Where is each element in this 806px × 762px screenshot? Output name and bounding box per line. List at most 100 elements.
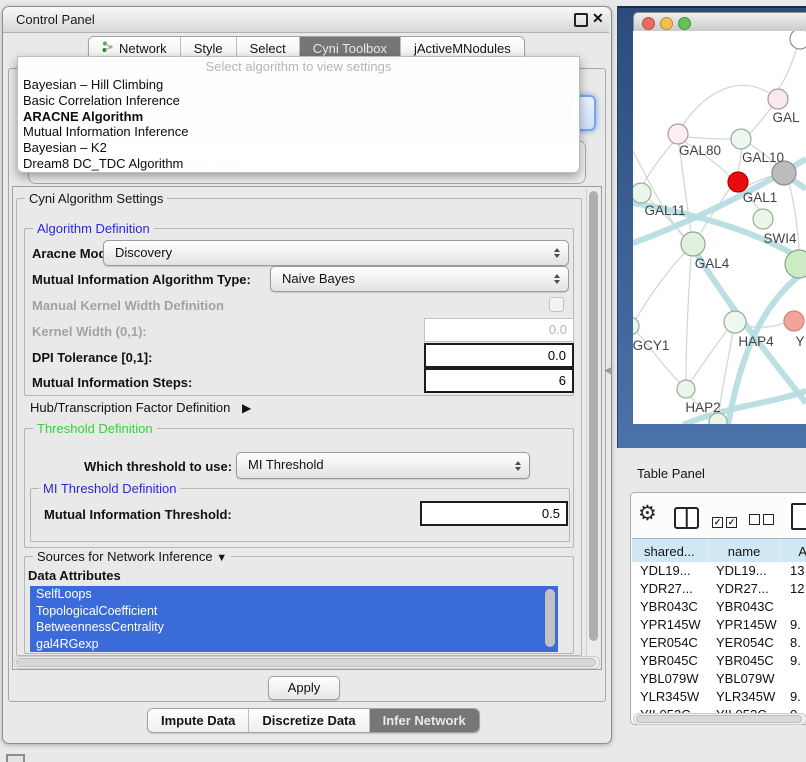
algorithm-option[interactable]: Basic Correlation Inference — [18, 93, 579, 109]
splitter-arrow-icon[interactable]: ◀ — [604, 365, 611, 376]
network-node-gal11[interactable] — [633, 183, 651, 203]
which-threshold-select[interactable]: MI Threshold — [236, 452, 530, 479]
network-node[interactable] — [790, 31, 806, 49]
node-label: GAL4 — [695, 256, 730, 271]
combo-arrows-icon — [554, 248, 560, 258]
table-cell: YIL052C — [632, 706, 708, 713]
node-label: HAP2 — [685, 400, 720, 415]
table-row[interactable]: YBR043CYBR043C — [632, 598, 806, 616]
algorithm-dropdown-list: Select algorithm to view settingsBayesia… — [17, 56, 580, 173]
column-header[interactable]: A — [781, 539, 806, 563]
tab-discretize-data[interactable]: Discretize Data — [248, 709, 368, 732]
data-attributes-list: SelfLoopsTopologicalCoefficientBetweenne… — [30, 586, 558, 652]
tab-infer-network[interactable]: Infer Network — [369, 709, 479, 732]
table-cell: 9. — [782, 652, 806, 670]
close-traffic-light[interactable] — [642, 17, 655, 30]
network-node-y[interactable] — [784, 311, 804, 331]
settings-horizontal-scrollbar[interactable] — [14, 656, 600, 669]
hub-tf-expander[interactable]: Hub/Transcription Factor Definition ▶ — [30, 400, 251, 415]
network-edge — [687, 137, 731, 139]
manual-kernel-checkbox[interactable] — [549, 297, 564, 312]
kernel-width-field[interactable]: 0.0 — [424, 318, 574, 342]
network-node-gal[interactable] — [768, 89, 788, 109]
algorithm-option[interactable]: ARACNE Algorithm — [18, 109, 579, 125]
table-cell — [782, 670, 806, 688]
mi-type-value: Naive Bayes — [282, 271, 355, 286]
table-horizontal-scrollbar[interactable] — [633, 713, 806, 725]
network-node-gal10[interactable] — [731, 129, 751, 149]
tab-impute-data[interactable]: Impute Data — [148, 709, 248, 732]
tab-label: Network — [119, 41, 167, 56]
table-row[interactable]: YDR27...YDR27...12 — [632, 580, 806, 598]
which-threshold-value: MI Threshold — [248, 457, 324, 472]
table-cell: YLR345W — [632, 688, 708, 706]
network-edge — [691, 329, 728, 381]
mi-threshold-field[interactable]: 0.5 — [420, 501, 568, 526]
algorithm-option[interactable]: Bayesian – K2 — [18, 140, 579, 156]
scrollbar-thumb[interactable] — [589, 191, 598, 641]
data-attribute-item[interactable]: SelfLoops — [30, 586, 558, 603]
minimize-traffic-light[interactable] — [660, 17, 673, 30]
close-icon[interactable]: ✕ — [592, 10, 604, 27]
data-attribute-item[interactable]: gal4RGexp — [30, 636, 558, 653]
kernel-width-label: Kernel Width (0,1): — [32, 324, 147, 339]
network-node-gal1[interactable] — [728, 172, 748, 192]
control-panel-title: Control Panel — [16, 12, 95, 27]
column-header[interactable]: name — [708, 539, 782, 563]
network-canvas[interactable]: GALGAL80GAL10GAL1SWI4GAL11GAL4GCY1HAP4YH… — [633, 31, 806, 424]
mi-steps-label: Mutual Information Steps: — [32, 375, 192, 390]
deselect-all-columns-icon[interactable] — [749, 512, 777, 530]
network-edge — [686, 256, 691, 380]
table-row[interactable]: YBL079WYBL079W — [632, 670, 806, 688]
apply-button[interactable]: Apply — [268, 676, 340, 700]
mi-type-select[interactable]: Naive Bayes — [270, 266, 569, 292]
sources-title[interactable]: Sources for Network Inference ▼ — [33, 549, 231, 564]
algorithm-option[interactable]: Dream8 DC_TDC Algorithm — [18, 156, 579, 172]
algorithm-option[interactable]: Bayesian – Hill Climbing — [18, 77, 579, 93]
network-node-hap2[interactable] — [677, 380, 695, 398]
screen: Control Panel ✕ NetworkStyleSelectCyni T… — [0, 0, 806, 762]
group-title: Cyni Algorithm Settings — [25, 191, 167, 206]
minimized-panel-icon[interactable] — [6, 754, 25, 762]
tab-label: Style — [194, 41, 223, 56]
aracne-mode-select[interactable]: Discovery — [103, 240, 569, 266]
table-row[interactable]: YPR145WYPR145W9. — [632, 616, 806, 634]
dpi-tolerance-field[interactable]: 0.0 — [424, 343, 574, 368]
mi-threshold-label: Mutual Information Threshold: — [44, 507, 232, 522]
zoom-traffic-light[interactable] — [678, 17, 691, 30]
table-row[interactable]: YBR045CYBR045C9. — [632, 652, 806, 670]
table-row[interactable]: YLR345WYLR345W9. — [632, 688, 806, 706]
float-window-icon[interactable] — [574, 13, 588, 27]
combo-arrows-icon — [515, 461, 521, 471]
data-attribute-item[interactable]: BetweennessCentrality — [30, 619, 558, 636]
new-table-icon[interactable] — [791, 503, 806, 530]
network-icon — [102, 41, 114, 56]
select-all-columns-icon[interactable]: ✓✓ — [712, 512, 740, 530]
node-label: GAL10 — [742, 150, 784, 165]
table-row[interactable]: YDL19...YDL19...13 — [632, 562, 806, 580]
node-label: GAL1 — [743, 190, 778, 205]
scrollbar-thumb[interactable] — [16, 658, 596, 667]
network-window-titlebar[interactable] — [633, 12, 806, 33]
settings-vertical-scrollbar[interactable] — [586, 188, 600, 666]
network-node-gal4[interactable] — [681, 232, 705, 256]
gear-icon[interactable]: ⚙ — [638, 503, 657, 524]
table-cell: 8. — [782, 634, 806, 652]
column-header[interactable]: shared... — [632, 539, 708, 563]
network-node-hap4[interactable] — [724, 311, 746, 333]
data-attribute-item[interactable]: TopologicalCoefficient — [30, 603, 558, 620]
group-title: Algorithm Definition — [33, 221, 154, 236]
list-scrollbar-thumb[interactable] — [545, 589, 555, 647]
mi-steps-field[interactable]: 6 — [424, 368, 574, 393]
network-node-swi4[interactable] — [753, 209, 773, 229]
table-row[interactable]: YER054CYER054C8. — [632, 634, 806, 652]
table-row[interactable]: YIL052CYIL052C0. — [632, 706, 806, 713]
table-cell: YDL19... — [632, 562, 708, 580]
scrollbar-thumb[interactable] — [636, 715, 802, 723]
network-node-gcy1[interactable] — [633, 317, 639, 335]
which-threshold-label: Which threshold to use: — [84, 459, 232, 474]
table-cell: YBL079W — [708, 670, 782, 688]
algorithm-option[interactable]: Mutual Information Inference — [18, 124, 579, 140]
network-node-gal80[interactable] — [668, 124, 688, 144]
split-columns-icon[interactable] — [674, 507, 699, 529]
